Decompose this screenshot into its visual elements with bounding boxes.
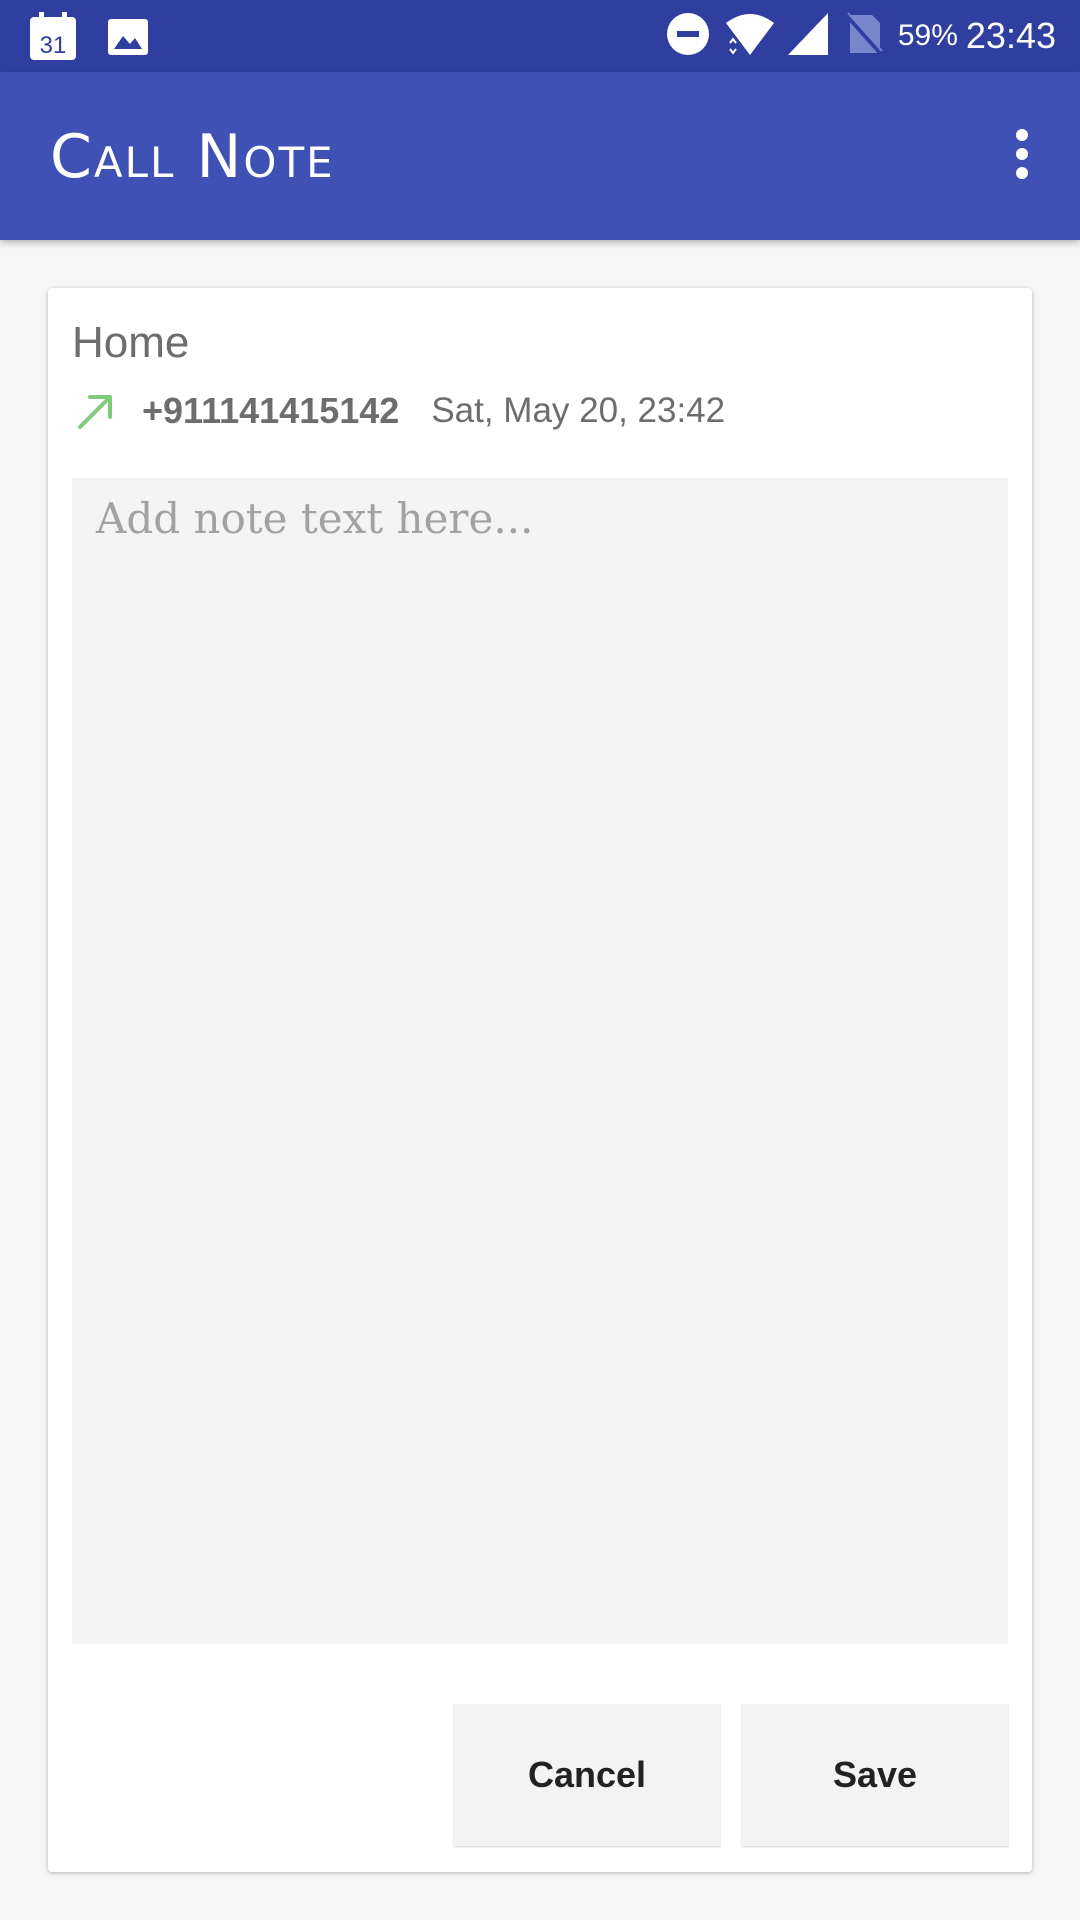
call-timestamp: Sat, May 20, 23:42	[431, 391, 726, 430]
overflow-menu-button[interactable]	[986, 120, 1058, 192]
battery-level: 59%	[897, 19, 958, 52]
note-card: Home +911141415142 Sat, May 20, 23:42 Ca…	[48, 288, 1032, 1872]
cancel-button[interactable]: Cancel	[454, 1704, 720, 1846]
status-bar: 31 59% 23:43	[0, 0, 1080, 72]
phone-number: +911141415142	[142, 390, 400, 431]
more-vert-icon	[1014, 128, 1030, 185]
calendar-day: 31	[40, 32, 67, 59]
note-text-input[interactable]	[72, 478, 1008, 1644]
status-bar-right: 59% 23:43	[666, 0, 1056, 72]
outgoing-call-arrow-icon	[72, 387, 120, 435]
no-sim-icon	[844, 11, 884, 62]
save-button[interactable]: Save	[742, 1704, 1008, 1846]
app-title: Call Note	[50, 122, 335, 192]
contact-name: Home	[72, 318, 190, 367]
gallery-icon	[106, 15, 150, 64]
cellular-signal-icon	[786, 11, 830, 62]
calendar-icon: 31	[28, 12, 78, 67]
wifi-icon	[724, 11, 776, 62]
app-bar: Call Note	[0, 72, 1080, 240]
call-details: +911141415142 Sat, May 20, 23:42	[72, 383, 725, 439]
do-not-disturb-icon	[666, 12, 710, 61]
status-time: 23:43	[965, 15, 1056, 56]
status-bar-left: 31	[28, 12, 150, 67]
